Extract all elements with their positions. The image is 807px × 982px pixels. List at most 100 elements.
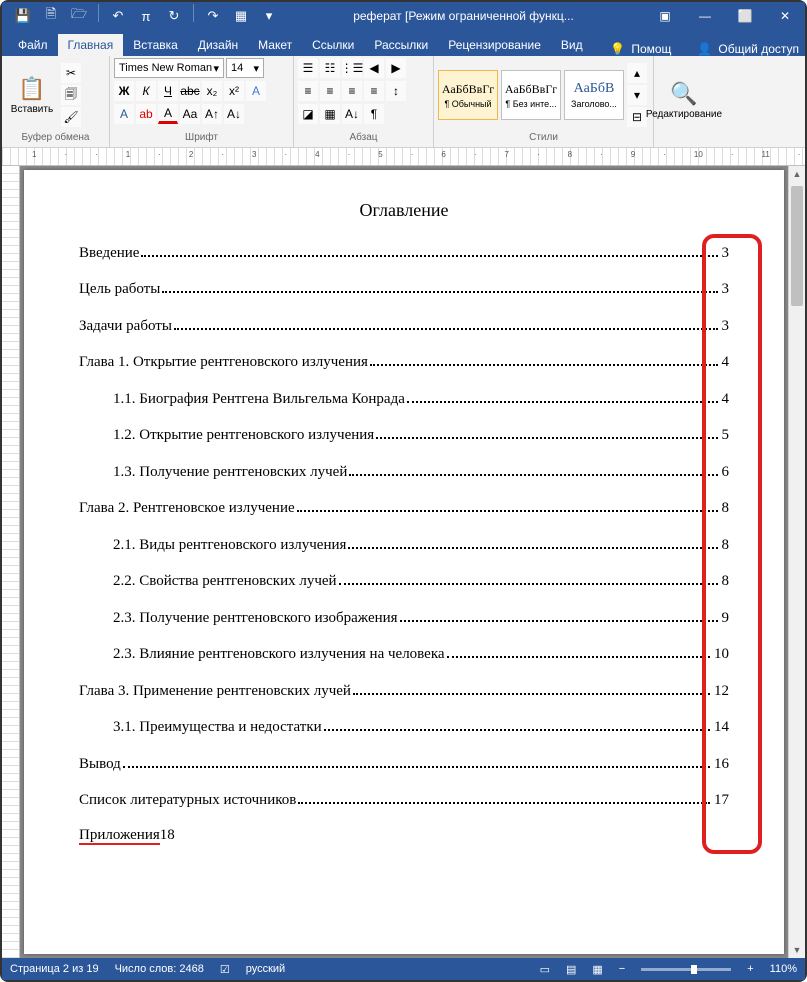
clear-format-icon[interactable]: A — [158, 104, 178, 124]
view-web-icon[interactable]: ▦ — [592, 963, 602, 976]
ruler-tick: · — [798, 150, 801, 159]
underline-icon[interactable]: Ч — [158, 81, 178, 101]
view-print-icon[interactable]: ▤ — [566, 963, 576, 976]
paste-button[interactable]: 📋 Вставить — [6, 62, 58, 128]
style-name: Заголово... — [571, 99, 617, 109]
style-heading1[interactable]: АаБбВ Заголово... — [564, 70, 624, 120]
copy-icon[interactable]: 🗐 — [61, 85, 81, 105]
italic-icon[interactable]: К — [136, 81, 156, 101]
tab-file[interactable]: Файл — [8, 34, 58, 56]
tab-references[interactable]: Ссылки — [302, 34, 364, 56]
tab-home[interactable]: Главная — [58, 34, 124, 56]
tell-me[interactable]: Помощ — [631, 42, 671, 56]
align-left-icon[interactable]: ≡ — [298, 81, 318, 101]
styles-more-icon[interactable]: ⊟ — [627, 107, 647, 127]
font-color-icon[interactable]: ab — [136, 104, 156, 124]
decrease-indent-icon[interactable]: ◀ — [364, 58, 384, 78]
font-name: Times New Roman — [119, 62, 212, 74]
toc-leader-dots — [400, 608, 718, 622]
cut-icon[interactable]: ✂ — [61, 63, 81, 83]
dropdown-icon[interactable]: ▾ — [256, 4, 282, 28]
maximize-icon[interactable]: ⬜ — [725, 2, 765, 30]
undo-icon[interactable]: ↶ — [105, 4, 131, 28]
toc-leader-dots — [174, 316, 718, 330]
scroll-down-icon[interactable]: ▼ — [789, 942, 805, 958]
justify-icon[interactable]: ≡ — [364, 81, 384, 101]
font-size-selector[interactable]: 14▾ — [226, 58, 264, 78]
view-read-icon[interactable]: ▭ — [540, 963, 550, 976]
style-normal[interactable]: АаБбВвГг ¶ Обычный — [438, 70, 498, 120]
separator — [193, 4, 194, 22]
shrink-font-icon[interactable]: A↓ — [224, 104, 244, 124]
scroll-thumb[interactable] — [791, 186, 803, 306]
open-icon[interactable]: 🗁 — [66, 4, 92, 28]
vertical-ruler[interactable] — [2, 166, 20, 958]
sup-icon[interactable]: x² — [224, 81, 244, 101]
font-selector[interactable]: Times New Roman▾ — [114, 58, 224, 78]
sort-icon[interactable]: A↓ — [342, 104, 362, 124]
bold-icon[interactable]: Ж — [114, 81, 134, 101]
bullets-icon[interactable]: ☰ — [298, 58, 318, 78]
toc-entry: Вывод 16 — [79, 754, 729, 773]
toc-entry: Список литературных источников 17 — [79, 791, 729, 810]
zoom-slider[interactable] — [641, 968, 731, 971]
shading-icon[interactable]: ◪ — [298, 104, 318, 124]
vertical-scrollbar[interactable]: ▲ ▼ — [788, 166, 805, 958]
ruler-tick: 6 — [441, 150, 445, 159]
tab-review[interactable]: Рецензирование — [438, 34, 551, 56]
zoom-in-icon[interactable]: + — [747, 963, 753, 975]
document-viewport[interactable]: Оглавление Введение 3Цель работы 3Задачи… — [20, 166, 788, 958]
styles-down-icon[interactable]: ▾ — [627, 85, 647, 105]
ruler-tick: 10 — [694, 150, 703, 159]
scroll-up-icon[interactable]: ▲ — [789, 166, 805, 182]
save-icon[interactable]: 💾 — [10, 4, 36, 28]
ruler-tick: 11 — [762, 150, 770, 159]
style-nospacing[interactable]: АаБбВвГг ¶ Без инте... — [501, 70, 561, 120]
tab-mailings[interactable]: Рассылки — [364, 34, 438, 56]
horizontal-ruler[interactable]: 1··1·2·3·4·5·6·7·8·9·10·11·12·13·14·15·1… — [2, 148, 805, 166]
style-name: ¶ Обычный — [444, 99, 491, 109]
line-spacing-icon[interactable]: ↕ — [386, 81, 406, 101]
align-right-icon[interactable]: ≡ — [342, 81, 362, 101]
ribbon-options-icon[interactable]: ▣ — [645, 2, 685, 30]
change-case-icon[interactable]: Aa — [180, 104, 200, 124]
toc-page: 16 — [712, 756, 729, 773]
font-size: 14 — [231, 62, 243, 74]
status-words[interactable]: Число слов: 2468 — [115, 963, 204, 975]
status-language[interactable]: русский — [246, 963, 285, 975]
toc-text: Цель работы — [79, 281, 160, 298]
status-page[interactable]: Страница 2 из 19 — [10, 963, 99, 975]
redo-icon[interactable]: ↷ — [200, 4, 226, 28]
proof-icon[interactable]: ☑ — [220, 963, 230, 976]
toc-leader-dots — [376, 426, 717, 440]
show-marks-icon[interactable]: ¶ — [364, 104, 384, 124]
grow-font-icon[interactable]: A↑ — [202, 104, 222, 124]
zoom-out-icon[interactable]: − — [619, 963, 625, 975]
multilevel-icon[interactable]: ⋮☰ — [342, 58, 362, 78]
new-icon[interactable]: 🗎 — [38, 4, 64, 28]
tab-layout[interactable]: Макет — [248, 34, 302, 56]
group-styles: АаБбВвГг ¶ Обычный АаБбВвГг ¶ Без инте..… — [434, 56, 654, 147]
increase-indent-icon[interactable]: ▶ — [386, 58, 406, 78]
borders-icon[interactable]: ▦ — [320, 104, 340, 124]
minimize-icon[interactable]: — — [685, 2, 725, 30]
share-button[interactable]: Общий доступ — [718, 42, 799, 56]
editing-button[interactable]: 🔍 Редактирование — [658, 68, 710, 134]
sub-icon[interactable]: x₂ — [202, 81, 222, 101]
numbering-icon[interactable]: ☷ — [320, 58, 340, 78]
tab-design[interactable]: Дизайн — [188, 34, 248, 56]
tab-insert[interactable]: Вставка — [123, 34, 188, 56]
close-icon[interactable]: ✕ — [765, 2, 805, 30]
strike-icon[interactable]: abc — [180, 81, 200, 101]
format-painter-icon[interactable]: 🖌 — [61, 107, 81, 127]
styles-up-icon[interactable]: ▴ — [627, 63, 647, 83]
repeat-icon[interactable]: ↻ — [161, 4, 187, 28]
paste-label: Вставить — [11, 104, 53, 115]
highlight-icon[interactable]: A — [114, 104, 134, 124]
align-center-icon[interactable]: ≡ — [320, 81, 340, 101]
pi-icon[interactable]: π — [133, 4, 159, 28]
tab-view[interactable]: Вид — [551, 34, 593, 56]
text-effects-icon[interactable]: A — [246, 81, 266, 101]
zoom-level[interactable]: 110% — [770, 963, 797, 975]
table-icon[interactable]: ▦ — [228, 4, 254, 28]
